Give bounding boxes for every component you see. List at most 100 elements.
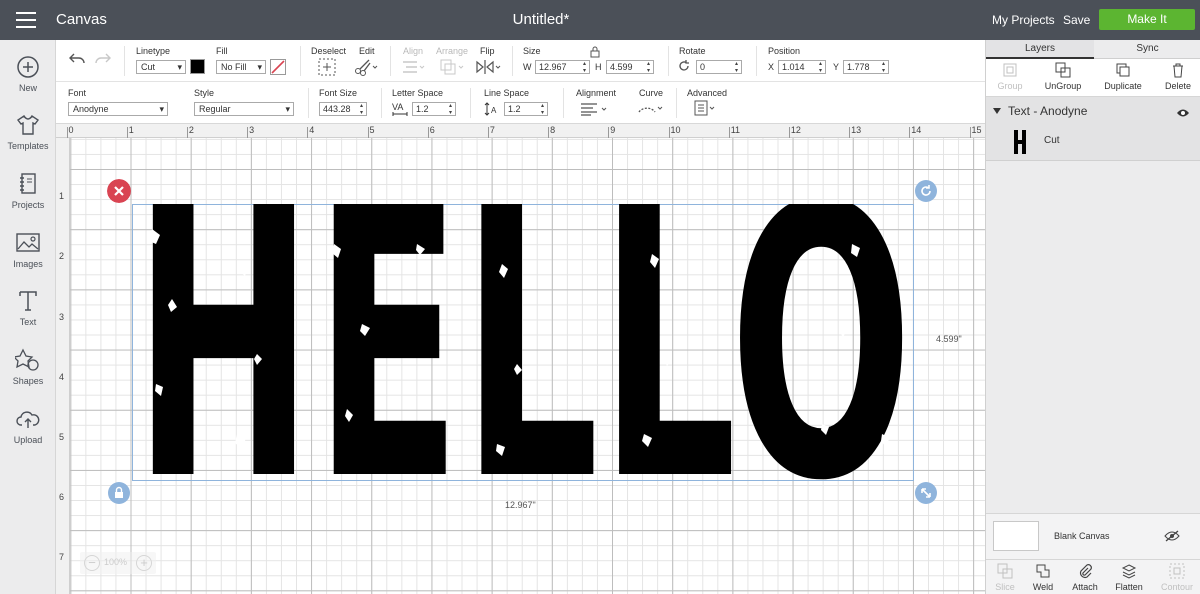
eye-hidden-icon[interactable] [1164,530,1180,542]
ruler-tick-label: 9 [610,125,616,135]
tab-layers[interactable]: Layers [986,40,1094,59]
font-size-input[interactable]: 443.28 [319,102,367,116]
duplicate-button[interactable]: Duplicate [1101,62,1145,91]
my-projects-link[interactable]: My Projects [992,13,1055,27]
save-button[interactable]: Save [1063,13,1090,27]
font-select[interactable]: Anodyne [68,102,168,116]
contour-button[interactable]: Contour [1158,563,1196,592]
blank-canvas-swatch[interactable] [993,521,1039,551]
text-toolbar: Font Anodyne Style Regular Font Size 443… [56,82,985,124]
curve-text-icon[interactable] [638,101,664,115]
nav-images[interactable]: Images [0,230,56,269]
hello-text-object[interactable]: HELLO [132,204,914,481]
blank-canvas-label: Blank Canvas [1054,531,1110,541]
ruler-tick-mark [66,127,68,138]
ruler-tick-mark [427,127,429,138]
delete-handle-icon[interactable] [107,179,131,203]
edit-scissors-icon[interactable] [354,58,378,76]
style-select[interactable]: Regular [194,102,294,116]
top-ruler: 0 1 2 3 4 5 6 7 8 9 10 11 12 13 14 15 [56,124,985,138]
shapes-icon [15,348,39,371]
flatten-button[interactable]: Flatten [1112,563,1146,592]
zoom-out-button[interactable]: − [84,555,100,571]
y-label: Y [833,62,840,72]
resize-handle-icon[interactable] [914,481,938,505]
font-size-label: Font Size [319,88,358,98]
no-fill-swatch-icon[interactable] [270,59,286,75]
make-it-button[interactable]: Make It [1099,9,1195,30]
nav-text[interactable]: Text [0,288,56,327]
chevron-down-icon[interactable] [993,108,1001,114]
ruler-tick-label: 6 [59,492,65,503]
redo-icon[interactable] [94,52,112,66]
group-icon [1003,63,1017,77]
nav-shapes[interactable]: Shapes [0,347,56,386]
ruler-tick-label: 8 [550,125,556,135]
group-button[interactable]: Group [994,62,1026,91]
combine-tools: Slice Weld Attach Flatten Contour [986,559,1200,594]
nav-projects[interactable]: Projects [0,171,56,210]
lock-handle-icon[interactable] [107,481,131,505]
ruler-tick-label: 5 [59,432,65,442]
trash-icon [1173,63,1183,78]
layer-thumbnail-h [1014,130,1026,154]
width-input[interactable]: 12.967 [535,60,590,74]
text-align-icon[interactable] [580,102,610,116]
flip-icon[interactable] [476,59,502,75]
layer-group-title: Text - Anodyne [1008,104,1088,118]
nav-upload[interactable]: Upload [0,406,56,445]
line-space-icon: A [484,102,497,116]
advanced-icon[interactable] [694,100,718,116]
ruler-tick-label: 5 [369,125,375,135]
arrange-icon[interactable] [440,59,466,75]
document-title[interactable]: Untitled* [0,11,1082,28]
nav-new[interactable]: New [0,54,56,93]
ruler-tick-mark [487,127,489,138]
edit-label: Edit [359,46,375,56]
deselect-label: Deselect [311,46,347,56]
notebook-icon [20,173,36,194]
layer-tools: Group UnGroup Duplicate Delete [986,59,1200,97]
rotate-icon[interactable] [677,59,691,73]
duplicate-icon [1116,63,1130,77]
slice-icon [997,563,1013,579]
contour-icon [1169,563,1185,579]
ruler-tick-label: 3 [59,311,65,322]
attach-button[interactable]: Attach [1070,563,1100,592]
design-canvas[interactable]: 0123456789101112131415 12345678 HELLO 4.… [56,124,985,594]
rotate-handle-icon[interactable] [914,179,938,203]
ruler-tick-mark [728,127,730,138]
ruler-tick-mark [969,127,971,138]
nav-label: Templates [7,141,49,151]
delete-button[interactable]: Delete [1161,62,1195,91]
fill-select[interactable]: No Fill [216,60,266,74]
ruler-tick-mark [909,127,911,138]
linetype-select[interactable]: Cut [136,60,186,74]
letter-space-label: Letter Space [392,88,444,98]
height-input[interactable]: 4.599 [606,60,654,74]
blank-canvas-row[interactable]: Blank Canvas [986,513,1200,559]
layer-item-label: Cut [1044,135,1060,146]
deselect-icon[interactable] [318,58,336,76]
position-y-input[interactable]: 1.778 [843,60,889,74]
letter-space-input[interactable]: 1.2 [412,102,456,116]
weld-button[interactable]: Weld [1030,563,1056,592]
position-x-input[interactable]: 1.014 [778,60,826,74]
zoom-in-button[interactable]: + [136,555,152,571]
tab-sync[interactable]: Sync [1094,40,1200,59]
ruler-tick-mark [548,127,550,138]
line-space-input[interactable]: 1.2 [504,102,548,116]
slice-button[interactable]: Slice [990,563,1020,592]
linetype-color-swatch[interactable] [190,59,205,74]
ungroup-button[interactable]: UnGroup [1041,62,1085,91]
align-icon[interactable] [402,60,426,74]
ungroup-icon [1055,62,1071,78]
layer-group-text-anodyne[interactable]: Text - Anodyne Cut [986,97,1200,161]
text-t-icon [19,291,37,311]
weld-icon [1036,564,1050,578]
rotate-input[interactable]: 0 [696,60,742,74]
lock-icon[interactable] [590,46,600,58]
undo-icon[interactable] [68,52,86,66]
nav-templates[interactable]: Templates [0,112,56,151]
eye-icon[interactable] [1176,108,1190,118]
